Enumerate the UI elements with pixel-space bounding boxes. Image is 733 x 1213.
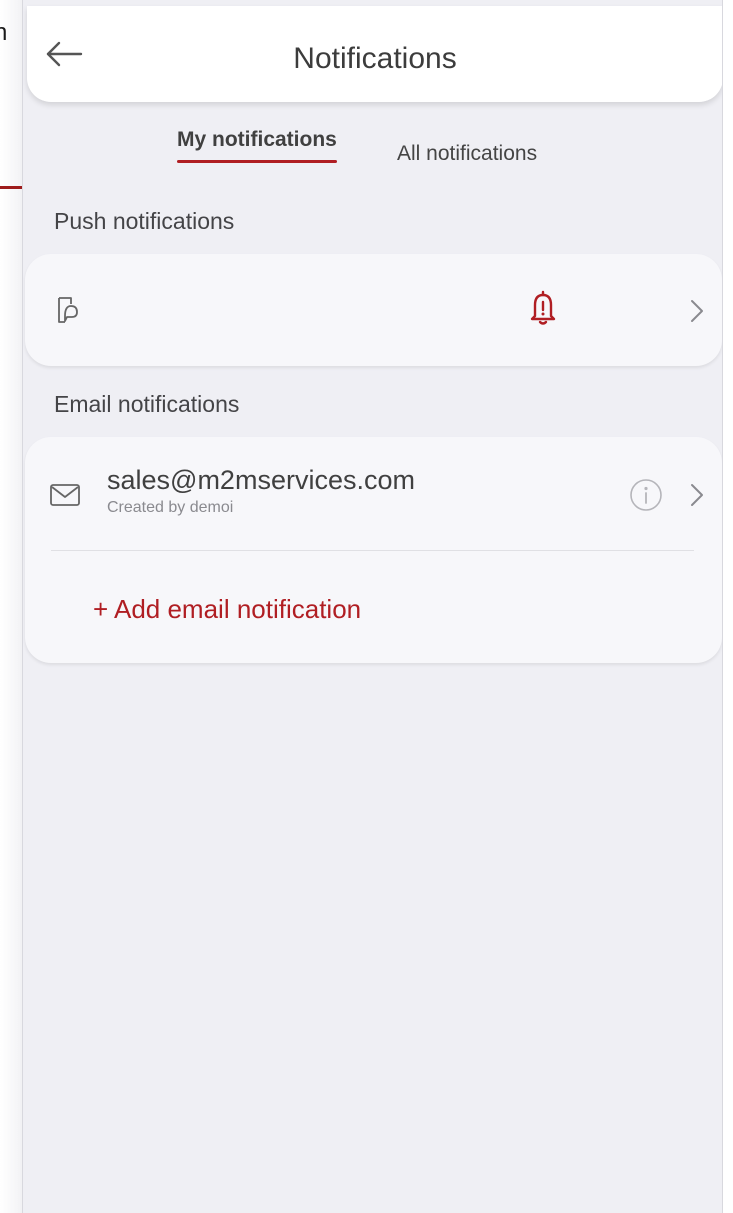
- add-email-notification-button[interactable]: + Add email notification: [93, 594, 361, 625]
- email-section-title: Email notifications: [54, 391, 240, 417]
- tab-all-notifications[interactable]: All notifications: [397, 142, 537, 166]
- clipped-edge-text: n: [0, 19, 8, 46]
- bell-alert-icon: [530, 290, 556, 325]
- email-notification-row[interactable]: sales@m2mservices.com Created by demoi: [25, 437, 722, 550]
- divider: [51, 550, 694, 551]
- email-address: sales@m2mservices.com: [107, 465, 415, 495]
- chevron-right-icon: [691, 300, 703, 322]
- header-bar: Notifications: [27, 6, 722, 102]
- email-created-by: Created by demoi: [107, 499, 234, 516]
- chevron-right-icon: [691, 484, 703, 506]
- tab-label: All notifications: [397, 142, 538, 165]
- push-notification-row[interactable]: [25, 254, 722, 366]
- envelope-icon: [50, 484, 80, 506]
- tab-label: My notifications: [177, 128, 337, 151]
- mobile-device-icon: [58, 297, 78, 323]
- active-tab-indicator: [177, 160, 337, 163]
- push-section-title: Push notifications: [54, 208, 235, 234]
- tab-bar: My notifications All notifications: [23, 128, 722, 172]
- phone-screen: Notifications My notifications All notif…: [22, 0, 723, 1213]
- page-title: Notifications: [293, 42, 457, 75]
- email-notifications-card: sales@m2mservices.com Created by demoi +…: [25, 437, 722, 663]
- tab-my-notifications[interactable]: My notifications: [177, 128, 337, 163]
- info-icon[interactable]: [629, 478, 663, 512]
